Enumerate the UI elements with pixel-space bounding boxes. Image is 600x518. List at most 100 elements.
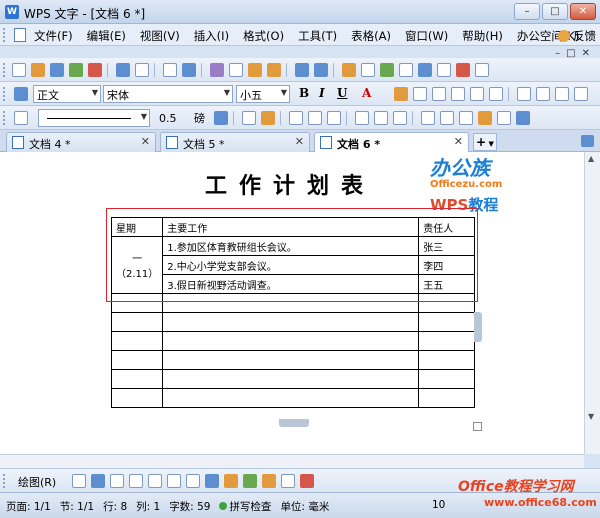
help-icon[interactable]	[475, 63, 489, 77]
paste-icon[interactable]	[248, 63, 262, 77]
rectangle-icon[interactable]	[148, 474, 162, 488]
add-row-handle[interactable]	[279, 419, 309, 427]
borders-icon[interactable]	[242, 111, 256, 125]
day-cell[interactable]: 一 （2.11）	[110, 236, 164, 294]
arrow-icon[interactable]	[129, 474, 143, 488]
menu-insert[interactable]: 插入(I)	[194, 28, 229, 44]
owner-cell[interactable]: 王五	[418, 274, 476, 294]
menu-format[interactable]: 格式(O)	[243, 28, 284, 44]
justify-icon[interactable]	[451, 87, 465, 101]
cut-icon[interactable]	[210, 63, 224, 77]
scroll-down-icon[interactable]: ▼	[588, 412, 594, 421]
close-button[interactable]: ✕	[570, 3, 596, 20]
work-cell[interactable]: 2.中心小学党支部会议。	[162, 255, 420, 275]
tab-list-icon[interactable]	[581, 135, 594, 147]
work-plan-table[interactable]: 星期 主要工作 责任人 一 （2.11） 1.参加区体育教研组长会议。 张三 2…	[110, 217, 476, 408]
show-hide-icon[interactable]	[437, 63, 451, 77]
header-work[interactable]: 主要工作	[162, 217, 420, 237]
sum-icon[interactable]	[516, 111, 530, 125]
header-owner[interactable]: 责任人	[418, 217, 476, 237]
format-painter-icon[interactable]	[267, 63, 281, 77]
toolbar-grip[interactable]	[3, 87, 6, 101]
distribute-rows-icon[interactable]	[421, 111, 435, 125]
zoom-icon[interactable]	[456, 63, 470, 77]
print-icon[interactable]	[116, 63, 130, 77]
tab-doc6[interactable]: 文档 6 * ✕	[314, 132, 469, 153]
research-icon[interactable]	[182, 63, 196, 77]
open-icon[interactable]	[31, 63, 45, 77]
draw-table-icon[interactable]	[14, 111, 28, 125]
work-cell[interactable]: 1.参加区体育教研组长会议。	[162, 236, 420, 256]
close-icon[interactable]: ✕	[454, 135, 463, 148]
shading-icon[interactable]	[261, 111, 275, 125]
status-unit[interactable]: 单位: 毫米	[280, 499, 329, 514]
toolbar-grip[interactable]	[3, 63, 6, 77]
align-right-icon[interactable]	[432, 87, 446, 101]
toolbar-grip[interactable]	[3, 111, 6, 125]
split-cells-icon[interactable]	[327, 111, 341, 125]
close-icon[interactable]: ✕	[141, 135, 150, 148]
pen-color-icon[interactable]	[214, 111, 228, 125]
numbering-icon[interactable]	[517, 87, 531, 101]
font-size-select[interactable]: 小五 ▼	[236, 85, 290, 103]
print-preview-icon[interactable]	[135, 63, 149, 77]
increase-indent-icon[interactable]	[574, 87, 588, 101]
spell-check-icon[interactable]	[163, 63, 177, 77]
align-bottom-icon[interactable]	[393, 111, 407, 125]
wordart-icon[interactable]	[205, 474, 219, 488]
fill-color-icon[interactable]	[262, 474, 276, 488]
columns-icon[interactable]	[399, 63, 413, 77]
menu-help[interactable]: 帮助(H)	[462, 28, 503, 44]
autofit-icon[interactable]	[459, 111, 473, 125]
owner-cell[interactable]: 张三	[418, 236, 476, 256]
status-page[interactable]: 页面: 1/1	[6, 499, 51, 514]
horizontal-scrollbar[interactable]	[0, 454, 584, 468]
feedback-button[interactable]: 反馈	[558, 28, 596, 44]
new-tab-button[interactable]: + ▼	[473, 133, 497, 151]
scroll-up-icon[interactable]: ▲	[588, 154, 594, 163]
sort-icon[interactable]	[497, 111, 511, 125]
drawing-icon[interactable]	[418, 63, 432, 77]
italic-button[interactable]: I	[319, 86, 325, 100]
formula-icon[interactable]	[361, 63, 375, 77]
tab-doc4[interactable]: 文档 4 * ✕	[6, 132, 156, 152]
minimize-button[interactable]: –	[514, 3, 540, 20]
select-pointer-icon[interactable]	[72, 474, 86, 488]
copy-icon[interactable]	[229, 63, 243, 77]
menu-file[interactable]: 文件(F)	[34, 28, 73, 44]
line-weight-select[interactable]: 0.5 磅	[156, 109, 208, 127]
distribute-icon[interactable]	[470, 87, 484, 101]
status-word-count[interactable]: 字数: 59	[169, 499, 210, 514]
decrease-indent-icon[interactable]	[555, 87, 569, 101]
align-middle-icon[interactable]	[374, 111, 388, 125]
align-center-icon[interactable]	[413, 87, 427, 101]
export-icon[interactable]	[69, 63, 83, 77]
status-spell-check[interactable]: 拼写检查	[219, 499, 271, 514]
oval-icon[interactable]	[167, 474, 181, 488]
table-resize-handle[interactable]	[473, 422, 482, 431]
insert-table-icon[interactable]	[289, 111, 303, 125]
table-style-icon[interactable]	[478, 111, 492, 125]
textbox-icon[interactable]	[186, 474, 200, 488]
font-color-button[interactable]: A	[362, 86, 371, 100]
bullets-icon[interactable]	[536, 87, 550, 101]
document-title[interactable]: 工作计划表	[205, 168, 375, 200]
close-icon[interactable]: ✕	[295, 135, 304, 148]
menu-grip[interactable]	[3, 28, 6, 42]
menu-table[interactable]: 表格(A)	[351, 28, 391, 44]
pdf-icon[interactable]	[88, 63, 102, 77]
toolbar-grip[interactable]	[3, 474, 6, 488]
style-select[interactable]: 正文 ▼	[33, 85, 101, 103]
document-canvas[interactable]: 工作计划表 办公族 Officezu.com WPS教程 星期 主要工作 责任人…	[0, 152, 584, 454]
line-spacing-icon[interactable]	[489, 87, 503, 101]
align-top-icon[interactable]	[355, 111, 369, 125]
save-icon[interactable]	[50, 63, 64, 77]
menu-edit[interactable]: 编辑(E)	[87, 28, 126, 44]
add-column-handle[interactable]	[474, 312, 482, 342]
bold-button[interactable]: B	[299, 86, 309, 100]
autoshapes-icon[interactable]	[91, 474, 105, 488]
line-color-icon[interactable]	[281, 474, 295, 488]
maximize-button[interactable]: □	[542, 3, 568, 20]
redo-icon[interactable]	[314, 63, 328, 77]
zoom-level[interactable]: 10	[432, 499, 445, 511]
